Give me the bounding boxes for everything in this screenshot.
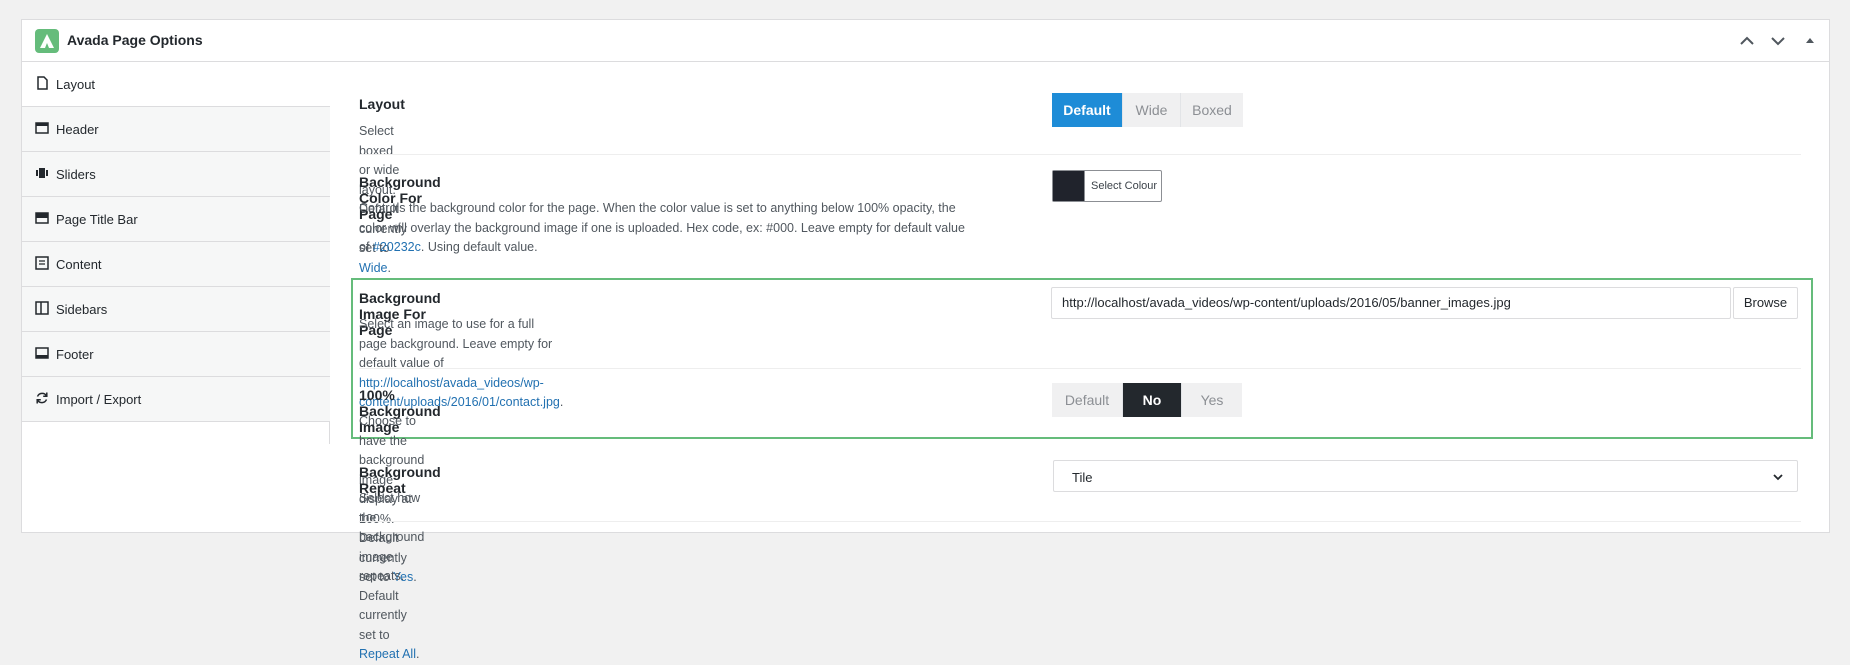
chevron-down-icon xyxy=(1771,470,1785,489)
bg-color-desc-suffix: . Using default value. xyxy=(420,240,538,254)
layout-default-button[interactable]: Default xyxy=(1052,93,1123,127)
collapse-toggle-icon[interactable] xyxy=(1801,32,1819,50)
layout-default-link[interactable]: Wide xyxy=(359,261,387,275)
select-colour-label: Select Colour xyxy=(1091,180,1158,192)
sidebar-item-label: Sidebars xyxy=(56,302,108,317)
chevron-up-icon[interactable] xyxy=(1738,32,1756,50)
footer-icon xyxy=(35,346,49,360)
layout-button-group: Default Wide Boxed xyxy=(1052,93,1243,127)
sidebar-item-label: Footer xyxy=(56,347,94,362)
sidebar-item-label: Page Title Bar xyxy=(56,212,138,227)
sidebars-icon xyxy=(35,301,49,315)
header-icon xyxy=(35,121,49,135)
bg-repeat-desc-suffix: . xyxy=(415,647,420,661)
bg-full-no-button[interactable]: No xyxy=(1123,383,1182,417)
divider xyxy=(359,154,1801,155)
sliders-icon xyxy=(35,166,49,180)
refresh-icon xyxy=(35,391,49,405)
bg-image-desc-line: Select an image to use for a full page b… xyxy=(359,317,553,370)
browse-button[interactable]: Browse xyxy=(1733,287,1798,319)
panel-title: Avada Page Options xyxy=(67,32,203,48)
panel-header: Avada Page Options xyxy=(22,20,1829,62)
bg-repeat-select[interactable]: Tile xyxy=(1053,460,1798,492)
sidebar-item-label: Header xyxy=(56,122,99,137)
bg-full-yes-button[interactable]: Yes xyxy=(1182,383,1242,417)
bg-color-desc-text: of xyxy=(359,240,373,254)
layout-desc-suffix: . xyxy=(387,260,391,275)
divider xyxy=(359,521,1801,522)
content-icon xyxy=(35,256,49,270)
bg-color-default-link[interactable]: #20232c xyxy=(373,240,421,254)
bg-color-desc-line: Controls the background color for the pa… xyxy=(359,201,956,215)
sidebar-item-label: Layout xyxy=(56,77,96,92)
sidebar-item-label: Sliders xyxy=(56,167,96,182)
select-colour-button[interactable]: Select Colour xyxy=(1052,170,1162,202)
bg-repeat-desc-text: Select how the background image repeats.… xyxy=(359,491,425,642)
sidebar-item-sidebars[interactable]: Sidebars xyxy=(22,287,330,332)
sidebar-item-content[interactable]: Content xyxy=(22,242,330,287)
sidebar-item-label: Content xyxy=(56,257,102,272)
sidebar-item-footer[interactable]: Footer xyxy=(22,332,330,377)
bg-color-option-description: Controls the background color for the pa… xyxy=(359,199,999,258)
sidebar-item-sliders[interactable]: Sliders xyxy=(22,152,330,197)
bg-full-button-group: Default No Yes xyxy=(1052,383,1242,417)
bg-repeat-selected-value: Tile xyxy=(1072,470,1093,485)
sidebar-item-header[interactable]: Header xyxy=(22,107,330,152)
color-swatch xyxy=(1053,171,1085,201)
bg-repeat-default-link[interactable]: Repeat All xyxy=(359,647,416,661)
chevron-down-icon[interactable] xyxy=(1769,32,1787,50)
options-sidebar: Layout Header Sliders Page Title Bar Con… xyxy=(22,62,330,444)
layout-option-title: Layout xyxy=(359,96,405,112)
sidebar-item-page-title-bar[interactable]: Page Title Bar xyxy=(22,197,330,242)
bg-image-url-input[interactable]: http://localhost/avada_videos/wp-content… xyxy=(1051,287,1731,319)
page-title-bar-icon xyxy=(35,211,49,225)
avada-page-options-panel: Avada Page Options Layout Header Sliders… xyxy=(21,19,1830,533)
avada-logo-icon xyxy=(35,29,59,53)
sidebar-item-layout[interactable]: Layout xyxy=(22,62,330,107)
bg-color-desc-line: color will overlay the background image … xyxy=(359,220,965,235)
layout-boxed-button[interactable]: Boxed xyxy=(1181,93,1243,127)
divider xyxy=(359,368,1801,369)
bg-full-default-button[interactable]: Default xyxy=(1052,383,1123,417)
sidebar-item-import-export[interactable]: Import / Export xyxy=(22,377,330,422)
bg-image-desc-suffix: . xyxy=(559,395,564,409)
page-icon xyxy=(35,76,49,90)
sidebar-item-label: Import / Export xyxy=(56,392,142,407)
layout-wide-button[interactable]: Wide xyxy=(1123,93,1181,127)
bg-repeat-option-description: Select how the background image repeats.… xyxy=(359,489,424,665)
